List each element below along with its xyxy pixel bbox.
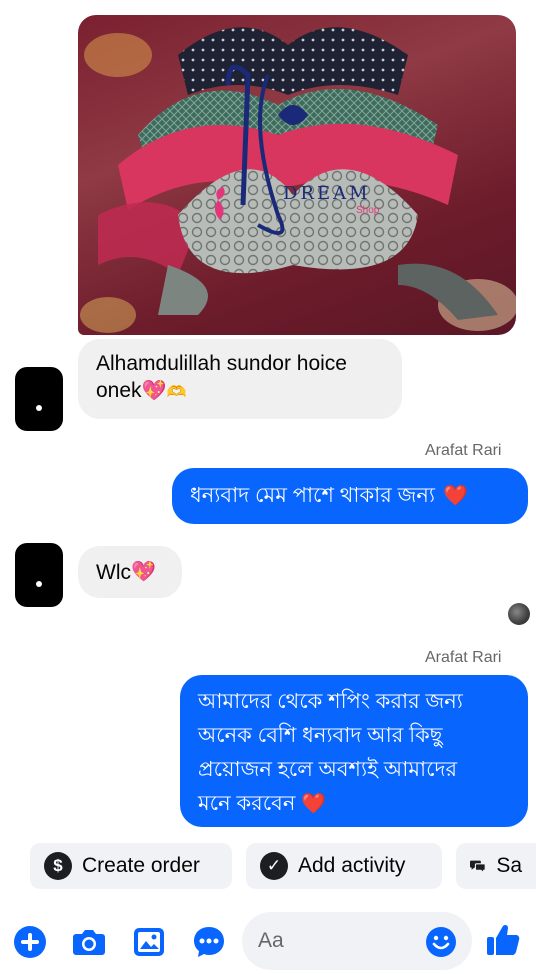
chat-dots-icon — [194, 927, 224, 957]
outgoing-message-bubble[interactable]: ধন্যবাদ মেম পাশে থাকার জন্য ❤️ — [172, 468, 528, 524]
product-image — [80, 27, 516, 333]
plus-circle-icon — [14, 926, 46, 958]
like-button[interactable] — [485, 922, 521, 958]
dollar-icon: $ — [44, 852, 72, 880]
create-order-label: Create order — [82, 854, 200, 877]
product-photo[interactable]: DREAM Shop — [78, 15, 516, 335]
message-input-placeholder: Aa — [258, 929, 284, 952]
contact-avatar[interactable] — [15, 367, 63, 431]
chat-bubbles-icon — [470, 860, 486, 874]
logo-subtext: Shop — [356, 205, 380, 216]
message-text: Wlc — [96, 560, 131, 584]
sender-name: Arafat Rari — [425, 442, 502, 459]
contact-avatar[interactable] — [15, 543, 63, 607]
message-text-line: অনেক বেশি ধন্যবাদ আর কিছু — [198, 724, 443, 747]
heart-hands-emoji: 🫶 — [166, 384, 187, 401]
outgoing-message-bubble[interactable]: আমাদের থেকে শপিং করার জন্য অনেক বেশি ধন্… — [180, 675, 528, 827]
sender-name: Arafat Rari — [425, 649, 502, 666]
message-text: ধন্যবাদ মেম পাশে থাকার জন্য — [190, 484, 436, 507]
saved-replies-label: Sa — [496, 854, 522, 877]
camera-icon — [73, 930, 105, 955]
thumbs-up-icon — [487, 924, 520, 955]
message-text-line: প্রয়োজন হলে অবশ্যই আমাদের — [198, 758, 458, 781]
smiley-icon — [426, 927, 456, 957]
check-icon: ✓ — [260, 852, 288, 880]
logo-text: DREAM — [283, 183, 371, 204]
seen-indicator-avatar — [508, 603, 530, 625]
emoji-button[interactable] — [423, 924, 459, 960]
saved-replies-button[interactable]: Sa — [456, 843, 536, 889]
message-text-line: আমাদের থেকে শপিং করার জন্য — [198, 690, 463, 713]
add-activity-button[interactable]: ✓ Add activity — [246, 843, 442, 889]
red-heart-emoji: ❤️ — [301, 793, 327, 815]
incoming-message-bubble[interactable]: Wlc 💖 — [78, 546, 182, 598]
message-text-line: onek💖🫶 — [96, 377, 384, 406]
image-icon — [134, 928, 164, 956]
gallery-button[interactable] — [131, 924, 167, 960]
stickers-button[interactable] — [191, 924, 227, 960]
sparkling-heart-emoji: 💖 — [131, 560, 156, 583]
add-activity-label: Add activity — [298, 854, 406, 877]
create-order-button[interactable]: $ Create order — [30, 843, 232, 889]
red-heart-emoji: ❤️ — [443, 485, 468, 507]
message-text-line: Alhamdulillah sundor hoice — [96, 352, 347, 375]
message-text-line: মনে করবেন ❤️ — [198, 787, 510, 821]
incoming-message-bubble[interactable]: Alhamdulillah sundor hoice onek💖🫶 — [78, 339, 402, 419]
sparkling-heart-emoji: 💖 — [141, 380, 167, 402]
camera-button[interactable] — [71, 924, 107, 960]
more-actions-button[interactable] — [12, 924, 48, 960]
